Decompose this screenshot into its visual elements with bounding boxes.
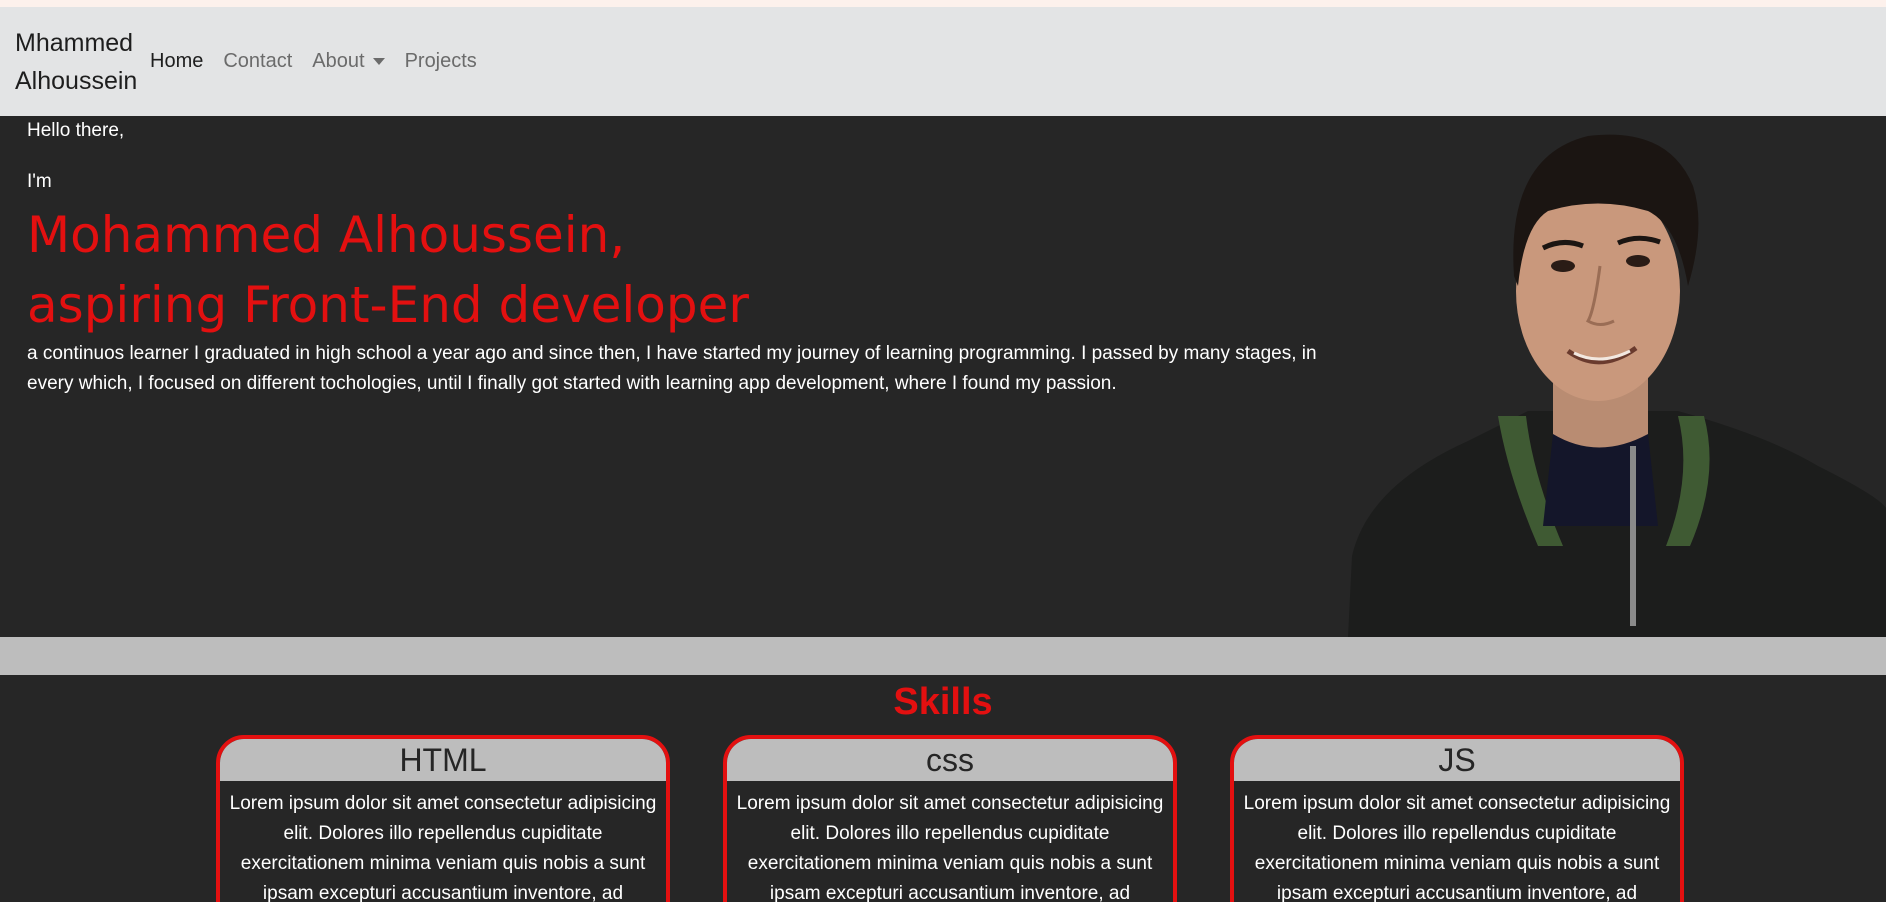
brand-name[interactable]: Mhammed Alhoussein: [15, 24, 150, 100]
nav-link-about-label: About: [312, 50, 365, 72]
skill-card-title: HTML: [220, 739, 666, 781]
chevron-down-icon: [372, 58, 385, 65]
skill-card-text: Lorem ipsum dolor sit amet consectetur a…: [736, 793, 1164, 902]
skill-card-title: css: [727, 739, 1173, 781]
skill-card-html: HTML Lorem ipsum dolor sit amet consecte…: [216, 735, 670, 902]
skill-card-title: JS: [1234, 739, 1680, 781]
skills-section: Skills HTML Lorem ipsum dolor sit amet c…: [0, 675, 1886, 902]
hero-role-line: aspiring Front-End developer: [27, 276, 749, 334]
skill-card-text: Lorem ipsum dolor sit amet consectetur a…: [1243, 793, 1671, 902]
hero-bio: a continuos learner I graduated in high …: [27, 343, 1317, 394]
nav-link-home[interactable]: Home: [150, 50, 203, 73]
nav-link-contact[interactable]: Contact: [223, 50, 292, 73]
top-strip: [0, 0, 1886, 7]
hero-headline: Mohammed Alhoussein, aspiring Front-End …: [27, 200, 749, 340]
skill-card-text: Lorem ipsum dolor sit amet consectetur a…: [229, 793, 657, 902]
profile-photo: [1348, 116, 1886, 637]
skill-card-css: css Lorem ipsum dolor sit amet consectet…: [723, 735, 1177, 902]
nav-link-projects[interactable]: Projects: [405, 50, 477, 73]
nav-link-about[interactable]: About: [312, 50, 385, 73]
skill-card-js: JS Lorem ipsum dolor sit amet consectetu…: [1230, 735, 1684, 902]
navbar: Mhammed Alhoussein Home Contact About Pr…: [0, 7, 1886, 116]
hero-greeting: Hello there,: [27, 120, 125, 141]
hero-section: Hello there, I'm Mohammed Alhoussein, as…: [0, 116, 1886, 637]
skills-title: Skills: [893, 681, 993, 723]
nav-links: Home Contact About Projects: [150, 50, 497, 73]
hero-name-line: Mohammed Alhoussein,: [27, 206, 626, 264]
hero-im: I'm: [27, 171, 52, 192]
section-divider: [0, 637, 1886, 675]
